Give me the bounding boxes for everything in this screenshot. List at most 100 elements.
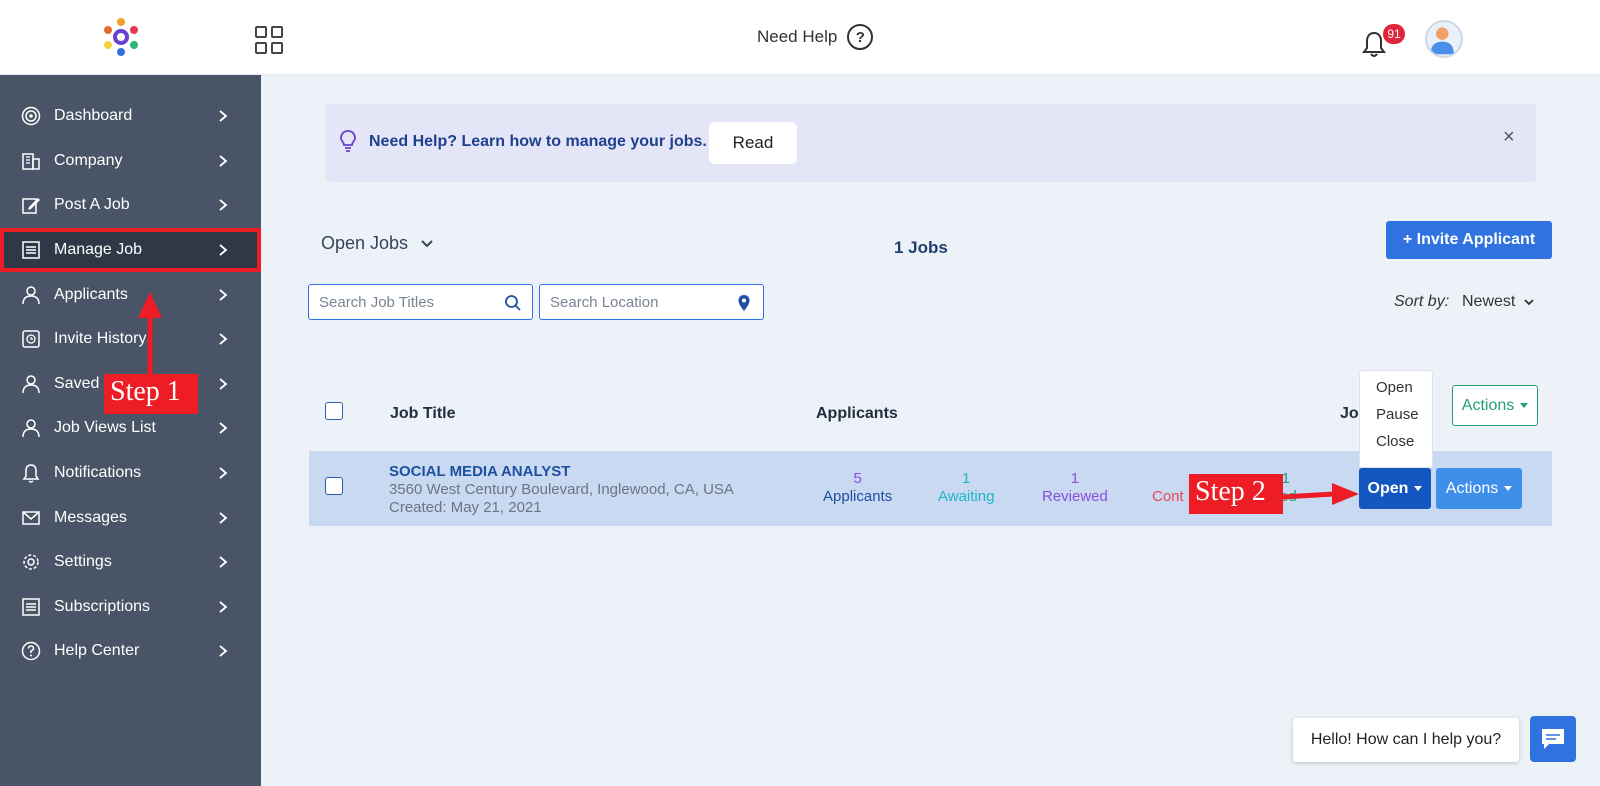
stat-count: 1	[962, 470, 971, 487]
chevron-down-icon	[1524, 299, 1534, 306]
need-help-label: Need Help	[757, 27, 838, 46]
stat-reviewed[interactable]: 1 Reviewed	[1042, 470, 1108, 506]
job-address: 3560 West Century Boulevard, Inglewood, …	[389, 481, 734, 498]
company-logo[interactable]	[100, 16, 142, 58]
chat-launcher-button[interactable]	[1530, 716, 1576, 762]
step2-label: Step 2	[1189, 474, 1283, 514]
chevron-right-icon	[219, 110, 228, 122]
sidebar-item-label: Company	[54, 151, 123, 169]
sidebar-item-label: Messages	[54, 508, 127, 526]
gear-icon	[20, 551, 42, 573]
edit-icon	[20, 194, 42, 216]
chevron-down-icon	[421, 239, 433, 247]
status-option-close[interactable]: Close	[1360, 433, 1432, 460]
caret-down-icon	[1520, 403, 1529, 408]
sort-dropdown[interactable]: Newest	[1462, 293, 1535, 311]
search-location-input[interactable]: Search Location	[539, 284, 764, 320]
bulk-actions-label: Actions	[1461, 396, 1515, 414]
stat-applicants[interactable]: 5 Applicants	[823, 470, 892, 506]
stat-contacted[interactable]: Cont	[1152, 470, 1184, 506]
chevron-right-icon	[219, 244, 228, 256]
search-location-placeholder: Search Location	[550, 293, 659, 311]
row-checkbox[interactable]	[325, 477, 343, 495]
mail-icon	[20, 507, 42, 529]
apps-grid-icon[interactable]	[255, 26, 283, 54]
chevron-right-icon	[219, 645, 228, 658]
invite-applicant-button[interactable]: + Invite Applicant	[1386, 221, 1552, 259]
row-actions-label: Actions	[1445, 479, 1499, 497]
list-icon	[20, 596, 42, 618]
sidebar-item-label: Notifications	[54, 464, 142, 482]
step1-arrow	[138, 292, 162, 374]
user-icon	[20, 417, 42, 439]
history-icon	[20, 328, 42, 350]
user-avatar[interactable]	[1425, 20, 1463, 58]
sidebar-item-label: Help Center	[54, 642, 140, 660]
building-icon	[20, 150, 42, 172]
sidebar-item-label: Post A Job	[54, 196, 130, 214]
chevron-right-icon	[219, 378, 228, 390]
search-job-titles-placeholder: Search Job Titles	[319, 293, 435, 311]
stat-label: Cont	[1152, 488, 1184, 505]
bulk-actions-button[interactable]: Actions	[1452, 385, 1538, 426]
select-all-checkbox[interactable]	[325, 402, 343, 420]
chevron-right-icon	[219, 556, 228, 568]
job-title-link[interactable]: SOCIAL MEDIA ANALYST	[389, 463, 570, 480]
lightbulb-icon	[340, 130, 356, 152]
sidebar: Dashboard Company Post A Job Manage Job …	[0, 75, 261, 786]
close-icon[interactable]: ×	[1503, 126, 1515, 149]
sidebar-item-label: Subscriptions	[54, 597, 151, 615]
sidebar-item-dashboard[interactable]: Dashboard	[0, 94, 261, 139]
job-status-button[interactable]: Open	[1359, 468, 1431, 509]
caret-down-icon	[1414, 486, 1423, 491]
sidebar-item-subscriptions[interactable]: Subscriptions	[0, 585, 261, 630]
help-banner: Need Help? Learn how to manage your jobs…	[325, 104, 1536, 182]
job-status-filter-label: Open Jobs	[321, 233, 409, 253]
sidebar-item-label: Invite History	[54, 330, 147, 348]
read-button[interactable]: Read	[709, 122, 797, 164]
sidebar-item-help-center[interactable]: Help Center	[0, 629, 261, 674]
sidebar-item-messages[interactable]: Messages	[0, 495, 261, 540]
banner-text: Need Help? Learn how to manage your jobs…	[369, 133, 707, 150]
chevron-right-icon	[219, 333, 228, 345]
stat-label: Reviewed	[1042, 488, 1108, 505]
sidebar-item-label: Job Views List	[54, 419, 156, 437]
sidebar-item-label: Manage Job	[54, 241, 143, 259]
sidebar-item-invite-history[interactable]: Invite History	[0, 317, 261, 362]
column-header-applicants: Applicants	[816, 405, 898, 422]
stat-count: 5	[853, 470, 862, 487]
bell-icon	[20, 462, 42, 484]
step1-label: Step 1	[104, 374, 198, 414]
sidebar-item-company[interactable]: Company	[0, 139, 261, 184]
search-icon	[505, 295, 521, 311]
row-actions-button[interactable]: Actions	[1436, 468, 1522, 509]
dashboard-icon	[20, 105, 42, 127]
stat-label: Applicants	[823, 488, 893, 505]
notification-badge: 91	[1383, 24, 1405, 44]
sidebar-item-post-a-job[interactable]: Post A Job	[0, 183, 261, 228]
status-option-pause[interactable]: Pause	[1360, 406, 1432, 433]
sidebar-item-manage-job[interactable]: Manage Job	[0, 227, 261, 273]
jobs-count: 1 Jobs	[894, 238, 948, 257]
chat-icon	[1542, 729, 1564, 749]
chevron-right-icon	[219, 288, 228, 301]
chevron-right-icon	[219, 422, 228, 435]
list-icon	[20, 239, 42, 261]
stat-awaiting[interactable]: 1 Awaiting	[938, 470, 994, 506]
search-job-titles-input[interactable]: Search Job Titles	[308, 284, 533, 320]
sidebar-item-label: Dashboard	[54, 107, 133, 125]
sidebar-item-notifications[interactable]: Notifications	[0, 451, 261, 496]
status-dropdown-menu: Open Pause Close	[1359, 370, 1433, 468]
chevron-right-icon	[219, 511, 228, 524]
need-help-link[interactable]: Need Help ?	[757, 24, 874, 50]
status-option-open[interactable]: Open	[1360, 379, 1432, 406]
sidebar-item-settings[interactable]: Settings	[0, 540, 261, 585]
sidebar-item-applicants[interactable]: Applicants	[0, 272, 261, 317]
stat-label: Awaiting	[938, 488, 995, 505]
chevron-right-icon	[219, 199, 228, 212]
column-header-job-title: Job Title	[390, 405, 456, 422]
job-status-filter[interactable]: Open Jobs	[321, 233, 434, 254]
stat-count: 1	[1070, 470, 1080, 487]
user-icon	[20, 373, 42, 395]
chat-greeting-bubble[interactable]: Hello! How can I help you?	[1293, 718, 1519, 762]
